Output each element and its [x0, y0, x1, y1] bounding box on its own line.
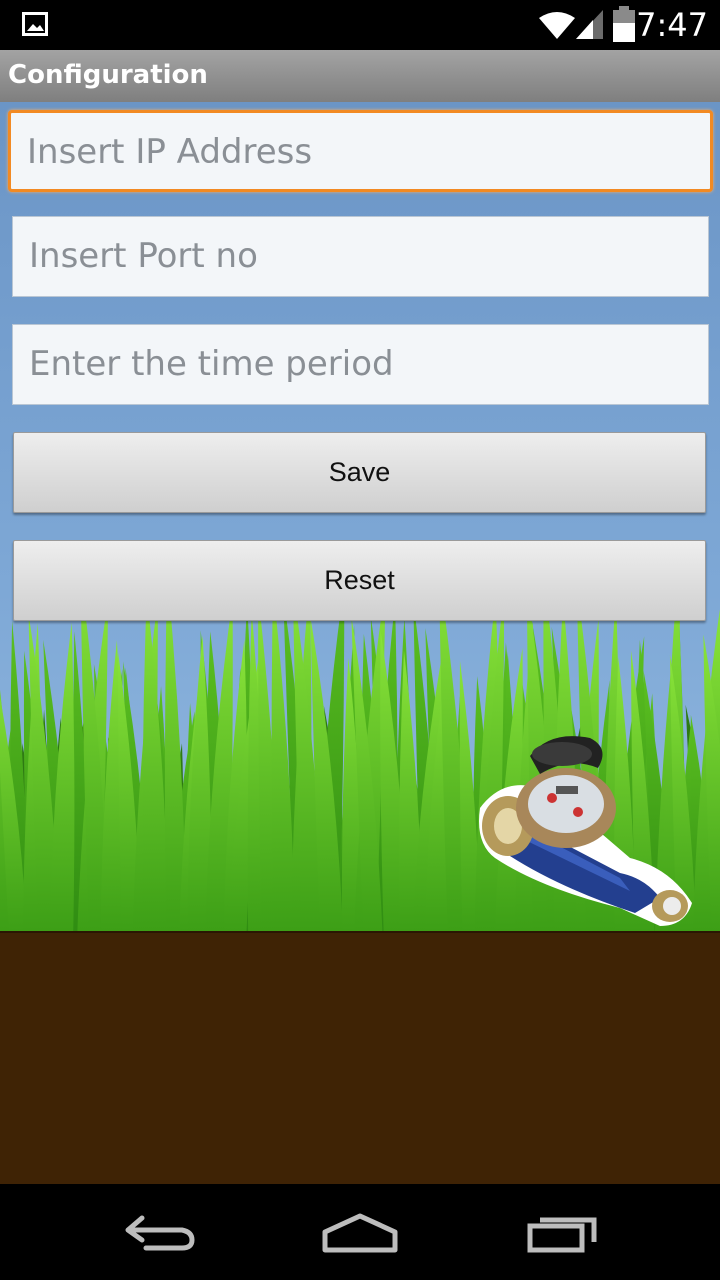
navigation-bar	[0, 1184, 720, 1280]
ip-address-input[interactable]: Insert IP Address	[8, 110, 713, 192]
water-meter-image	[479, 736, 692, 926]
clock: 7:47	[636, 6, 708, 44]
app-bar: Configuration	[0, 50, 720, 102]
home-icon[interactable]	[315, 1206, 405, 1258]
recents-icon[interactable]	[518, 1206, 608, 1258]
port-number-input[interactable]: Insert Port no	[12, 216, 709, 297]
time-period-input[interactable]: Enter the time period	[12, 324, 709, 405]
reset-button[interactable]: Reset	[13, 540, 706, 621]
battery-icon	[613, 6, 635, 42]
image-notification-icon	[22, 12, 48, 36]
main-content: Insert IP Address Insert Port no Enter t…	[0, 102, 720, 1184]
page-title: Configuration	[8, 60, 208, 90]
wifi-icon	[539, 12, 575, 39]
back-icon[interactable]	[116, 1206, 206, 1258]
status-bar: 7:47	[0, 0, 720, 50]
cell-signal-icon	[576, 10, 603, 39]
save-button[interactable]: Save	[13, 432, 706, 513]
